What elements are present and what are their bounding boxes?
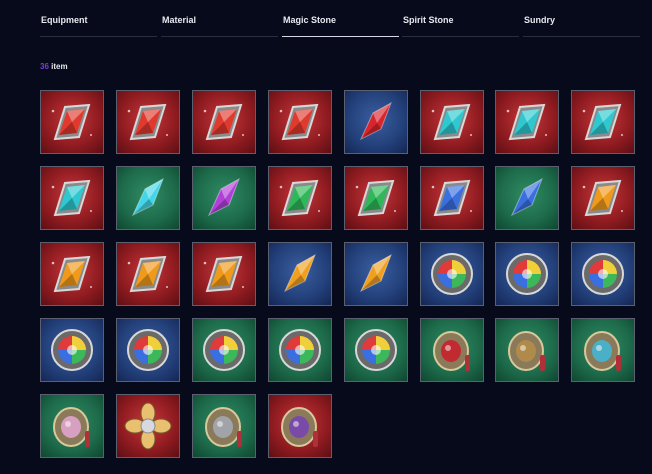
inventory-slot[interactable] [420, 318, 484, 382]
inventory-slot[interactable] [268, 242, 332, 306]
inventory-slot[interactable] [116, 242, 180, 306]
inventory-slot[interactable] [40, 90, 104, 154]
inventory-slot[interactable] [344, 242, 408, 306]
inventory-slot[interactable] [40, 242, 104, 306]
inventory-slot[interactable] [40, 166, 104, 230]
inventory-slot[interactable] [268, 90, 332, 154]
tab-material[interactable]: Material [161, 0, 278, 37]
inventory-slot[interactable] [495, 90, 559, 154]
inventory-slot[interactable] [495, 318, 559, 382]
inventory-slot[interactable] [571, 166, 635, 230]
tab-spirit-stone[interactable]: Spirit Stone [402, 0, 519, 37]
inventory-slot[interactable] [495, 242, 559, 306]
tab-equipment[interactable]: Equipment [40, 0, 157, 37]
tab-magic-stone[interactable]: Magic Stone [282, 0, 399, 37]
inventory-slot[interactable] [40, 394, 104, 458]
inventory-slot[interactable] [192, 166, 256, 230]
inventory-slot[interactable] [420, 242, 484, 306]
inventory-slot[interactable] [344, 90, 408, 154]
inventory-slot[interactable] [420, 166, 484, 230]
inventory-grid [40, 90, 640, 462]
inventory-slot[interactable] [40, 318, 104, 382]
inventory-slot[interactable] [571, 90, 635, 154]
inventory-slot[interactable] [268, 318, 332, 382]
tab-sundry[interactable]: Sundry [523, 0, 640, 37]
inventory-slot[interactable] [192, 318, 256, 382]
inventory-slot[interactable] [116, 90, 180, 154]
item-count-label: item [51, 62, 68, 71]
inventory-slot[interactable] [268, 166, 332, 230]
inventory-slot[interactable] [116, 394, 180, 458]
inventory-slot[interactable] [192, 242, 256, 306]
item-count: 36 item [40, 62, 68, 71]
item-count-number: 36 [40, 62, 49, 71]
inventory-slot[interactable] [344, 318, 408, 382]
inventory-slot[interactable] [268, 394, 332, 458]
inventory-slot[interactable] [116, 166, 180, 230]
inventory-slot[interactable] [571, 318, 635, 382]
inventory-slot[interactable] [192, 394, 256, 458]
inventory-slot[interactable] [420, 90, 484, 154]
inventory-slot[interactable] [192, 90, 256, 154]
inventory-slot[interactable] [344, 166, 408, 230]
category-tabs: Equipment Material Magic Stone Spirit St… [40, 0, 640, 38]
inventory-slot[interactable] [571, 242, 635, 306]
inventory-slot[interactable] [495, 166, 559, 230]
inventory-slot[interactable] [116, 318, 180, 382]
